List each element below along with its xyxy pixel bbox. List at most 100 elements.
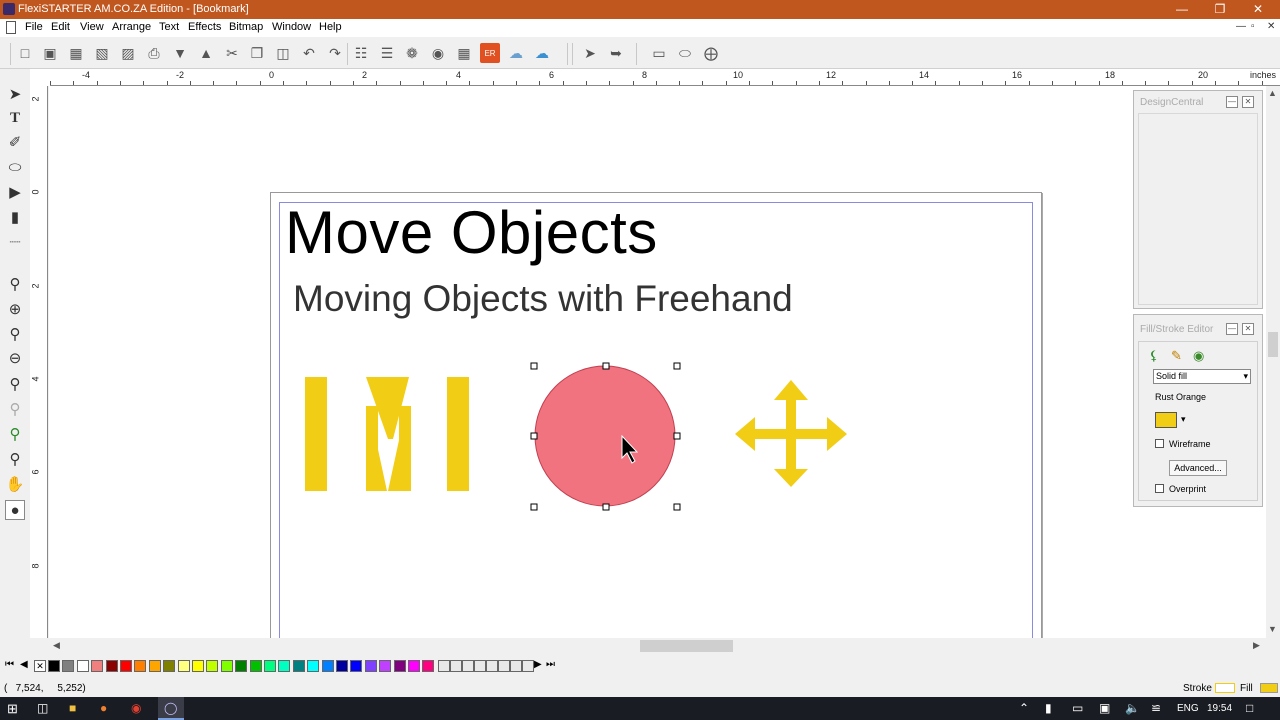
palette-prev-icon[interactable]: ◀ — [20, 659, 28, 670]
palette-swatch[interactable] — [393, 660, 406, 672]
align-icon[interactable]: ☷ — [351, 43, 371, 63]
zoom-fit-icon[interactable]: ⚲ — [5, 324, 25, 344]
panel-minimize-icon[interactable]: — — [1226, 96, 1238, 108]
palette-swatch[interactable] — [264, 660, 276, 672]
open-icon[interactable]: ▣ — [40, 43, 60, 63]
file-explorer-icon[interactable]: ■ — [69, 701, 76, 715]
windows-start-icon[interactable]: ⊞ — [7, 701, 18, 717]
palette-swatch[interactable] — [134, 660, 147, 672]
scroll-left-icon[interactable]: ◀ — [53, 640, 60, 651]
color-picker-icon[interactable]: ● — [5, 500, 25, 520]
magnify-color-icon[interactable]: ◉ — [428, 43, 448, 63]
fill-bucket-icon[interactable]: ⚸ — [1149, 348, 1159, 364]
palette-swatch[interactable] — [249, 660, 262, 672]
color-dropdown-icon[interactable]: ▾ — [1181, 414, 1186, 425]
zoom-tool-icon[interactable]: ⚲ — [5, 274, 25, 294]
undo-icon[interactable]: ↶ — [299, 43, 319, 63]
palette-last-icon[interactable]: ⏭ — [546, 659, 555, 670]
horizontal-scrollbar[interactable]: ◀ ▶ — [49, 638, 1266, 654]
menu-file[interactable]: File — [25, 21, 43, 33]
palette-swatch[interactable] — [48, 660, 60, 672]
zoom-all-icon[interactable]: ⚲ — [5, 449, 25, 469]
import-icon[interactable]: ▨ — [118, 43, 138, 63]
cut-icon[interactable]: ✂ — [222, 43, 242, 63]
palette-swatch[interactable] — [307, 660, 320, 672]
scroll-up-icon[interactable]: ▲ — [1268, 88, 1277, 98]
node-tool-icon[interactable]: ▶ — [5, 182, 25, 202]
circle-object[interactable] — [534, 365, 676, 507]
paste-icon[interactable]: ◫ — [273, 43, 293, 63]
no-color-swatch[interactable]: ✕ — [34, 660, 46, 672]
palette-swatch[interactable] — [105, 660, 118, 672]
task-view-icon[interactable]: ◫ — [37, 701, 48, 715]
menu-edit[interactable]: Edit — [51, 21, 70, 33]
palette-empty-swatch[interactable] — [474, 660, 486, 672]
mdi-close-button[interactable]: ✕ — [1267, 21, 1275, 32]
copy-icon[interactable]: ❐ — [247, 43, 267, 63]
crosshair-icon[interactable]: ⨁ — [701, 43, 721, 63]
zoom-disabled-icon[interactable]: ⚲ — [5, 399, 25, 419]
save-as-icon[interactable]: ▧ — [92, 43, 112, 63]
menu-text[interactable]: Text — [159, 21, 179, 33]
save-icon[interactable]: ▦ — [66, 43, 86, 63]
palette-swatch[interactable] — [148, 660, 161, 672]
usb-icon[interactable]: ▮ — [1045, 701, 1052, 715]
ruler-corner[interactable] — [30, 69, 50, 86]
send-icon[interactable]: ▲ — [196, 43, 216, 63]
palette-swatch[interactable] — [220, 660, 233, 672]
pen-icon[interactable]: ✎ — [1171, 348, 1182, 364]
zoom-selection-icon[interactable]: ⚲ — [5, 374, 25, 394]
palette-swatch[interactable] — [76, 660, 89, 672]
fill-swatch[interactable] — [1260, 683, 1278, 693]
fill-type-select[interactable]: Solid fill ▾ — [1153, 369, 1251, 384]
battery-icon[interactable]: ▭ — [1072, 701, 1083, 715]
palette-swatch[interactable] — [177, 660, 190, 672]
horizontal-scroll-thumb[interactable] — [640, 640, 733, 652]
palette-empty-swatch[interactable] — [486, 660, 498, 672]
move-arrows-object[interactable] — [735, 380, 847, 487]
panel-close-icon[interactable]: ✕ — [1242, 96, 1254, 108]
chrome-icon[interactable]: ◉ — [131, 701, 141, 715]
drawing-canvas[interactable]: Move Objects Moving Objects with Freehan… — [49, 86, 1266, 638]
menu-effects[interactable]: Effects — [188, 21, 221, 33]
firefox-icon[interactable]: ● — [100, 701, 107, 715]
advanced-button[interactable]: Advanced... — [1169, 460, 1227, 476]
rectangle-icon[interactable]: ▭ — [649, 43, 669, 63]
scroll-down-icon[interactable]: ▼ — [1268, 624, 1277, 634]
chevron-up-icon[interactable]: ⌃ — [1019, 701, 1029, 715]
print-icon[interactable]: ⎙ — [144, 43, 164, 63]
palette-swatch[interactable] — [62, 660, 75, 672]
menu-window[interactable]: Window — [272, 21, 311, 33]
palette-empty-swatch[interactable] — [438, 660, 450, 672]
palette-swatch[interactable] — [350, 660, 363, 672]
transparency-icon[interactable]: ◉ — [1193, 348, 1204, 364]
er-icon[interactable]: ER — [480, 43, 500, 63]
maximize-button[interactable]: ❐ — [1200, 0, 1240, 19]
palette-swatch[interactable] — [292, 660, 305, 672]
hand-tool-icon[interactable]: ✋ — [5, 474, 25, 494]
node-edit-icon[interactable]: ➥ — [606, 43, 626, 63]
stroke-swatch[interactable] — [1215, 683, 1235, 693]
palette-empty-swatch[interactable] — [510, 660, 522, 672]
cut-plot-icon[interactable]: ▼ — [170, 43, 190, 63]
menu-arrange[interactable]: Arrange — [112, 21, 151, 33]
ellipse-icon[interactable]: ⬭ — [675, 43, 695, 63]
fill-color-swatch[interactable] — [1155, 412, 1177, 428]
palette-swatch[interactable] — [206, 660, 219, 672]
select-tool-icon[interactable]: ➤ — [580, 43, 600, 63]
new-icon[interactable]: □ — [15, 43, 35, 63]
language-indicator[interactable]: ENG — [1177, 703, 1199, 714]
m-letter-object[interactable] — [305, 377, 469, 491]
scroll-right-icon[interactable]: ▶ — [1253, 640, 1260, 651]
network-icon[interactable]: ▣ — [1099, 701, 1110, 715]
panel-close-icon[interactable]: ✕ — [1242, 323, 1254, 335]
vertical-ruler[interactable]: 2 0 2 4 6 8 — [30, 86, 48, 638]
color-wheel-icon[interactable]: ❁ — [402, 43, 422, 63]
redo-icon[interactable]: ↷ — [325, 43, 345, 63]
overprint-checkbox[interactable] — [1155, 484, 1164, 493]
wifi-icon[interactable]: ≌ — [1151, 701, 1161, 715]
vertical-scrollbar[interactable]: ▲ ▼ — [1266, 86, 1280, 638]
mdi-restore-button[interactable]: ▫ — [1251, 21, 1255, 32]
ellipse-tool-icon[interactable]: ⬭ — [5, 157, 25, 177]
palette-swatch[interactable] — [408, 660, 420, 672]
